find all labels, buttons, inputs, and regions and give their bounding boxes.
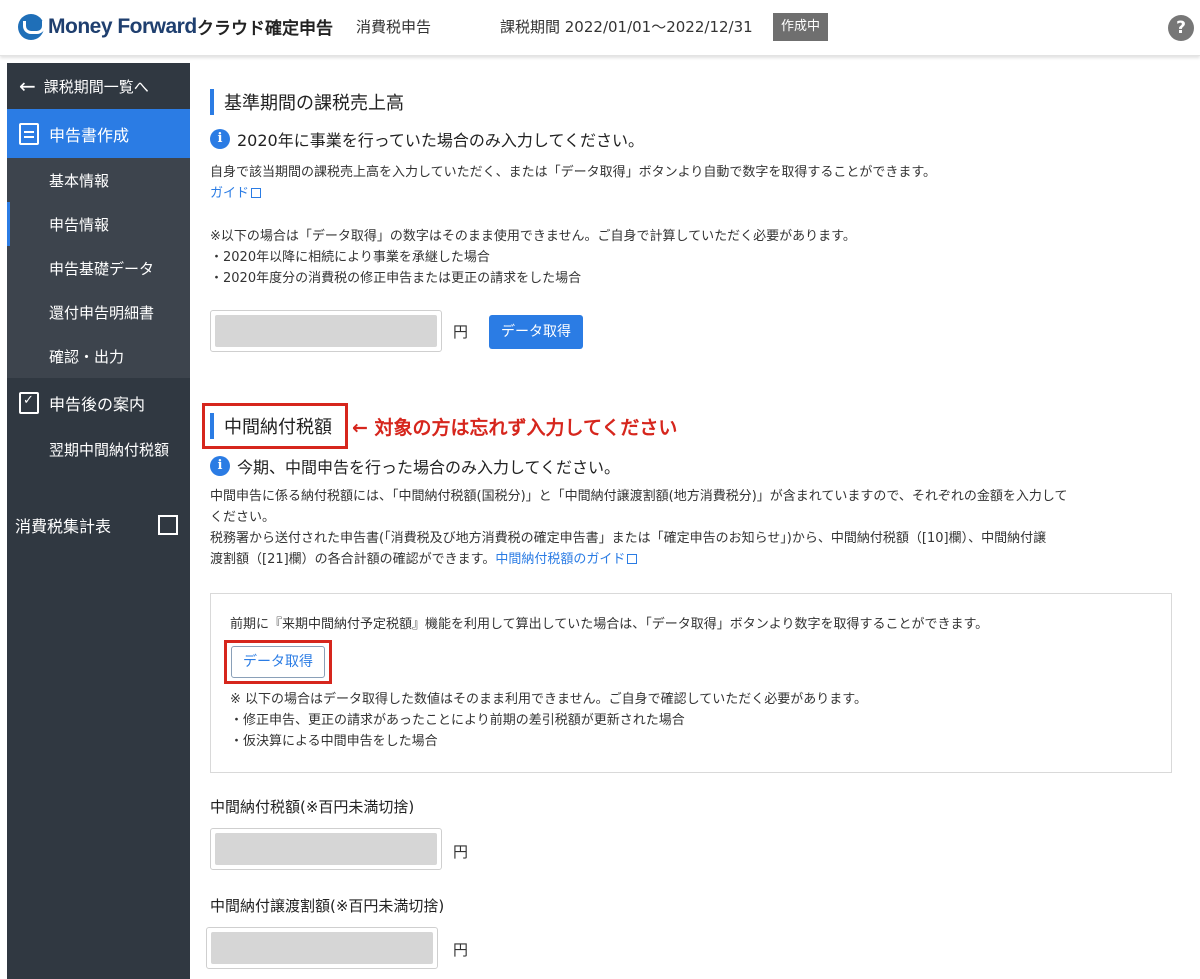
sidebar-item-base-data[interactable]: 申告基礎データ — [7, 246, 190, 290]
yen-unit: 円 — [453, 843, 469, 861]
product-name: クラウド確定申告 — [197, 19, 333, 39]
section-title-interim-tax: 中間納付税額 — [210, 413, 332, 439]
base-sales-note-2: ・2020年度分の消費税の修正申告または更正の請求をした場合 — [210, 271, 582, 286]
title-accent-bar — [210, 413, 214, 439]
interim-fetch-panel: 前期に『来期中間納付予定税額』機能を利用して算出していた場合は、「データ取得」ボ… — [210, 593, 1172, 773]
section-title-base-sales: 基準期間の課税売上高 — [210, 89, 404, 115]
sidebar-section-label: 申告後の案内 — [49, 394, 146, 414]
base-sales-input[interactable] — [210, 310, 442, 352]
input-fill — [215, 315, 437, 347]
input-fill — [211, 932, 433, 964]
base-sales-description: 自身で該当期間の課税売上高を入力していただく、または「データ取得」ボタンより自動… — [210, 165, 937, 180]
sidebar-section-create[interactable]: 申告書作成 — [7, 109, 190, 158]
app-header: Money Forward クラウド確定申告 消費税申告 課税期間 2022/0… — [0, 0, 1200, 56]
sidebar-item-next-interim[interactable]: 翌期中間納付税額 — [7, 427, 190, 471]
sidebar-external-label: 消費税集計表 — [15, 517, 112, 536]
panel-note-1: ・修正申告、更正の請求があったことにより前期の差引税額が更新された場合 — [230, 713, 685, 728]
external-link-icon — [627, 554, 638, 564]
panel-note-2: ・仮決算による中間申告をした場合 — [230, 734, 438, 749]
guide-link[interactable]: ガイド — [210, 183, 262, 204]
title-accent-bar — [210, 89, 214, 115]
interim-description-1: 中間申告に係る納付税額には、「中間納付税額(国税分)」と「中間納付譲渡割額(地方… — [210, 489, 1068, 504]
status-badge: 作成中 — [773, 13, 828, 41]
sidebar: ← 課税期間一覧へ 申告書作成 基本情報 申告情報 申告基礎データ 還付申告明細… — [7, 63, 190, 979]
interim-tax-label: 中間納付税額(※百円未満切捨) — [210, 798, 415, 816]
help-icon[interactable]: ? — [1168, 15, 1194, 41]
info-text: 今期、中間申告を行った場合のみ入力してください。 — [237, 458, 621, 477]
app-mode: 消費税申告 — [356, 18, 432, 36]
info-text: 2020年に事業を行っていた場合のみ入力してください。 — [237, 131, 644, 150]
money-forward-logo[interactable]: Money Forward — [18, 13, 197, 41]
yen-unit: 円 — [453, 941, 469, 959]
money-forward-logo-icon — [18, 14, 45, 40]
sidebar-section-after[interactable]: 申告後の案内 — [7, 378, 190, 427]
sidebar-section-label: 申告書作成 — [49, 125, 130, 145]
sidebar-item-filing-info[interactable]: 申告情報 — [7, 202, 190, 246]
checklist-icon — [19, 391, 39, 414]
external-link-icon — [251, 188, 262, 198]
external-link-icon — [158, 513, 180, 535]
yen-unit: 円 — [453, 323, 469, 341]
logo-text: Money Forward — [48, 15, 197, 38]
base-sales-note-title: ※以下の場合は「データ取得」の数字はそのまま使用できません。ご自身で計算していた… — [210, 229, 856, 244]
section-title-text: 基準期間の課税売上高 — [224, 93, 404, 114]
panel-text: 前期に『来期中間納付予定税額』機能を利用して算出していた場合は、「データ取得」ボ… — [230, 617, 989, 632]
info-base-sales: i 2020年に事業を行っていた場合のみ入力してください。 — [210, 127, 644, 151]
interim-fetch-button[interactable]: データ取得 — [231, 646, 325, 678]
annotation-note: ← 対象の方は忘れず入力してください — [352, 417, 678, 439]
sidebar-item-basic-info[interactable]: 基本情報 — [7, 158, 190, 202]
info-icon: i — [210, 129, 230, 149]
sidebar-external-summary[interactable]: 消費税集計表 — [7, 507, 190, 543]
main-content: 基準期間の課税売上高 i 2020年に事業を行っていた場合のみ入力してください。… — [190, 63, 1200, 979]
info-interim: i 今期、中間申告を行った場合のみ入力してください。 — [210, 454, 620, 478]
panel-note-title: ※ 以下の場合はデータ取得した数値はそのまま利用できません。ご自身で確認していた… — [230, 692, 867, 707]
interim-description-4: 渡割額（[21]欄）の各合計額の確認ができます。中間納付税額のガイド — [210, 549, 638, 570]
document-icon — [19, 122, 39, 145]
interim-description-2: ください。 — [210, 510, 276, 525]
interim-guide-link[interactable]: 中間納付税額のガイド — [495, 552, 625, 567]
section-title-text: 中間納付税額 — [224, 417, 332, 438]
info-icon: i — [210, 456, 230, 476]
sidebar-back-link[interactable]: ← 課税期間一覧へ — [7, 63, 190, 109]
base-sales-note-1: ・2020年以降に相続により事業を承継した場合 — [210, 250, 490, 265]
guide-link-text: ガイド — [210, 186, 250, 201]
input-fill — [215, 833, 437, 865]
interim-description-3: 税務署から送付された申告書(「消費税及び地方消費税の確定申告書」または「確定申告… — [210, 531, 1047, 546]
sidebar-item-confirm-output[interactable]: 確認・出力 — [7, 334, 190, 378]
interim-tax-input[interactable] — [210, 828, 442, 870]
arrow-left-icon: ← — [19, 74, 36, 98]
interim-transfer-input[interactable] — [206, 927, 438, 969]
sidebar-item-refund-statement[interactable]: 還付申告明細書 — [7, 290, 190, 334]
sidebar-back-label: 課税期間一覧へ — [43, 77, 149, 96]
interim-transfer-label: 中間納付譲渡割額(※百円未満切捨) — [210, 897, 445, 915]
interim-description-4-text: 渡割額（[21]欄）の各合計額の確認ができます。 — [210, 552, 496, 567]
base-sales-fetch-button[interactable]: データ取得 — [489, 315, 583, 349]
tax-period: 課税期間 2022/01/01〜2022/12/31 — [500, 18, 753, 36]
